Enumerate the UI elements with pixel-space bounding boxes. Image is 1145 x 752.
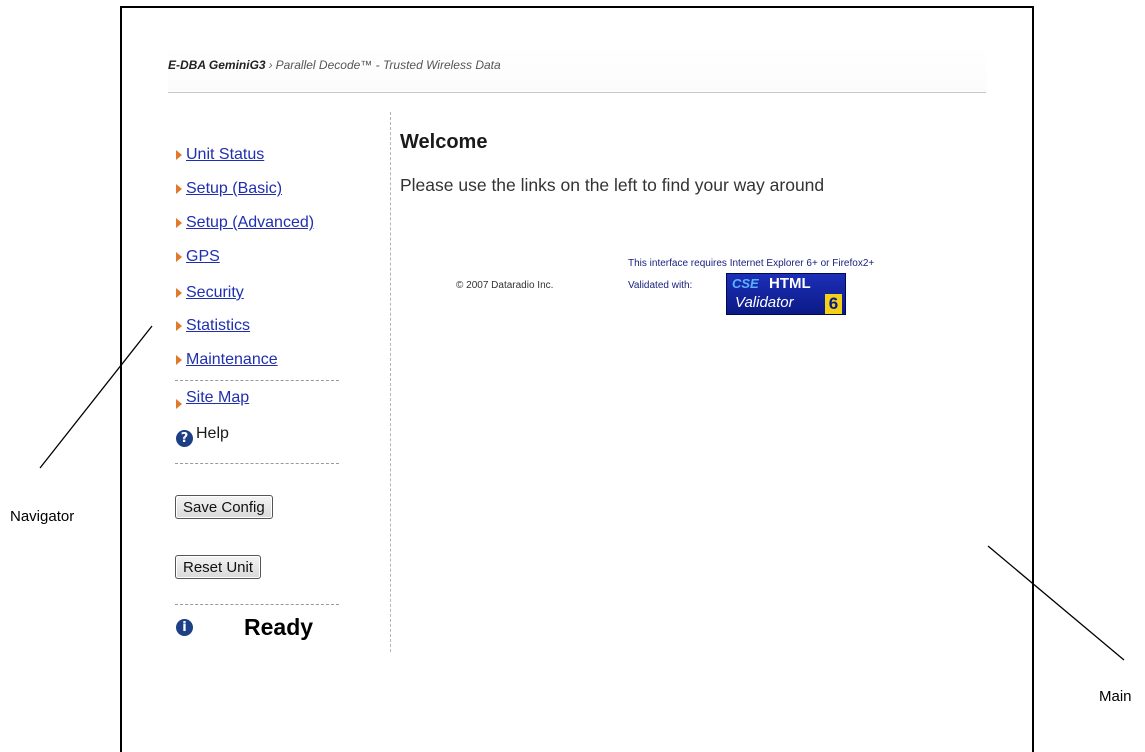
html-validator-badge[interactable]: CSE HTML Validator 6 [726,273,846,315]
nav-divider [175,463,339,464]
nav-divider [175,604,339,605]
arrow-icon [176,355,182,365]
arrow-icon [176,399,182,409]
nav-link-setup-basic[interactable]: Setup (Basic) [186,180,282,198]
nav-link-site-map[interactable]: Site Map [186,389,249,407]
arrow-icon [176,150,182,160]
page-title: Welcome [400,131,488,153]
product-name: E-DBA GeminiG3 [168,58,266,72]
arrow-icon [176,252,182,262]
nav-item-gps[interactable]: GPS [176,246,220,268]
arrow-icon [176,321,182,331]
browser-requirement-text: This interface requires Internet Explore… [628,258,875,269]
help-link[interactable]: Help [196,425,229,443]
copyright-text: © 2007 Dataradio Inc. [456,280,554,291]
nav-link-setup-advanced[interactable]: Setup (Advanced) [186,214,314,232]
reset-unit-button[interactable]: Reset Unit [175,555,262,579]
save-config-button[interactable]: Save Config [175,495,273,519]
breadcrumb: E-DBA GeminiG3 › Parallel Decode™ - Truste… [168,58,501,72]
product-tagline: Parallel Decode™ - Trusted Wireless Data [275,58,501,72]
status-label: Ready [244,614,314,640]
nav-item-maintenance[interactable]: Maintenance [176,349,278,371]
badge-version: 6 [825,294,842,314]
nav-link-security[interactable]: Security [186,284,244,302]
nav-link-unit-status[interactable]: Unit Status [186,146,264,164]
main-callout: Main [1099,688,1132,705]
navigator-callout: Navigator [10,508,75,525]
nav-item-statistics[interactable]: Statistics [176,315,250,337]
nav-item-setup-advanced[interactable]: Setup (Advanced) [176,212,314,234]
breadcrumb-separator: › [268,58,273,72]
validated-with-label: Validated with: [628,280,693,291]
nav-item-security[interactable]: Security [176,282,244,304]
arrow-icon [176,218,182,228]
nav-link-statistics[interactable]: Statistics [186,317,250,335]
help-icon[interactable]: ? [176,430,193,447]
welcome-message: Please use the links on the left to find… [400,175,825,195]
nav-item-unit-status[interactable]: Unit Status [176,144,264,166]
info-icon: i [176,619,193,636]
nav-item-setup-basic[interactable]: Setup (Basic) [176,178,282,200]
nav-divider [175,380,339,381]
arrow-icon [176,184,182,194]
badge-subtitle: Validator [735,294,794,311]
column-divider [390,112,391,652]
badge-title: HTML [769,275,811,292]
nav-link-maintenance[interactable]: Maintenance [186,351,278,369]
arrow-icon [176,288,182,298]
nav-item-site-map[interactable]: Site Map [176,387,249,409]
badge-brand: CSE [732,276,759,291]
nav-link-gps[interactable]: GPS [186,248,220,266]
